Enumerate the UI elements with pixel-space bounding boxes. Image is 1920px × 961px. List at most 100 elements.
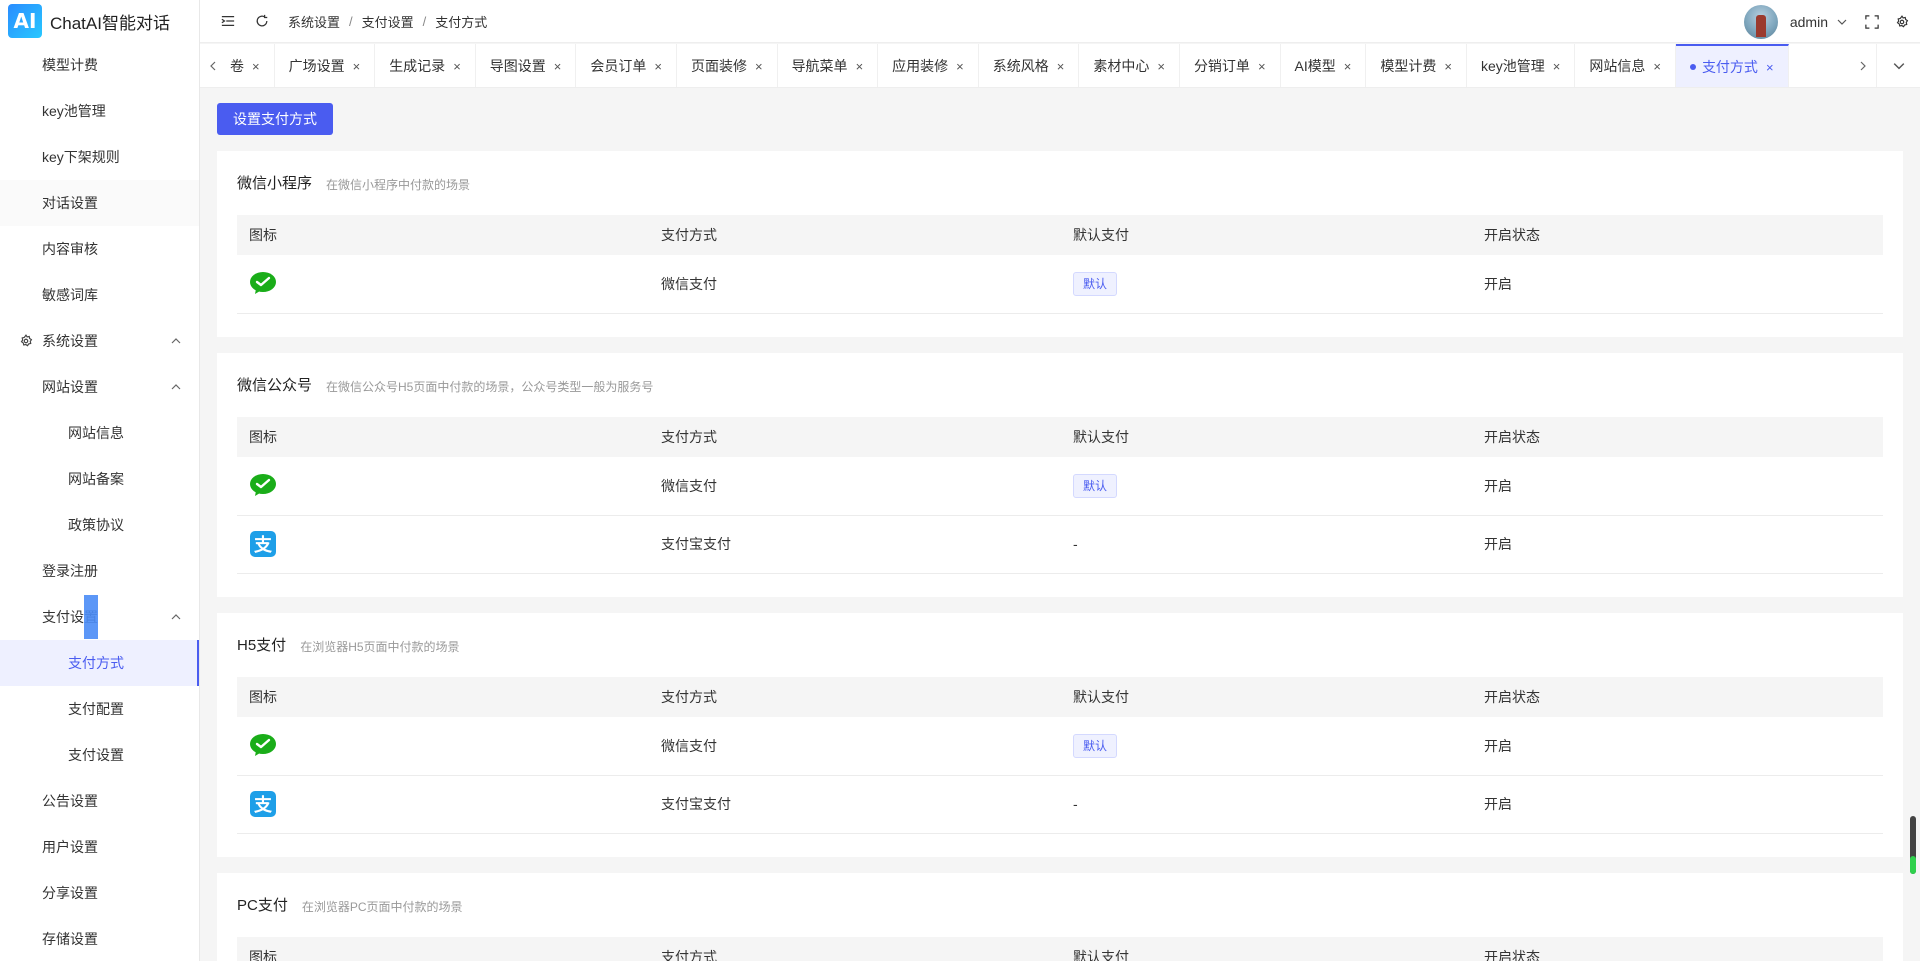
sidebar-item-chat-settings[interactable]: 对话设置 [0,180,199,226]
table-row[interactable]: 支付宝支付 - 开启 [237,515,1883,574]
sidebar-item-payment-setup[interactable]: 支付设置 [0,732,199,778]
tab-item[interactable]: 模型计费 × [1366,44,1467,87]
tab-item[interactable]: 导航菜单 × [778,44,879,87]
tab-item[interactable]: 广场设置 × [275,44,376,87]
payment-table: 图标 支付方式 默认支付 开启状态 微信支付 默认 开启 支付宝支付 - 开启 [237,677,1883,834]
close-icon[interactable]: × [755,59,763,74]
section-title: 微信公众号 [237,377,313,394]
user-name[interactable]: admin [1790,14,1828,30]
sidebar-item-website-info[interactable]: 网站信息 [0,410,199,456]
breadcrumb-item[interactable]: 系统设置 [288,12,340,31]
sidebar-item-website-settings[interactable]: 网站设置 [0,364,199,410]
default-tag: 默认 [1073,733,1118,758]
sidebar-item-payment-methods[interactable]: 支付方式 [0,640,199,686]
sidebar-item-payment-settings[interactable]: 支付设置 [0,594,199,640]
sidebar-item-label: 模型计费 [42,57,98,73]
column-header-default: 默认支付 [1061,215,1472,255]
refresh-icon[interactable] [254,13,270,29]
close-icon[interactable]: × [956,59,964,74]
close-icon[interactable]: × [252,59,260,74]
sidebar-item-key-rules[interactable]: key下架规则 [0,134,199,180]
column-header-icon: 图标 [237,417,649,457]
app-logo[interactable]: AI ChatAI智能对话 [0,0,199,42]
sidebar-item-login-register[interactable]: 登录注册 [0,548,199,594]
payment-section-h5: H5支付 在浏览器H5页面中付款的场景 图标 支付方式 默认支付 开启状态 微信… [217,613,1903,857]
column-header-method: 支付方式 [649,937,1061,961]
default-tag: 默认 [1073,271,1118,296]
sidebar-item-label: 政策协议 [68,517,124,533]
table-row[interactable]: 微信支付 默认 开启 [237,457,1883,516]
sidebar-item-notice-settings[interactable]: 公告设置 [0,778,199,824]
scrollbar-thumb[interactable] [1910,816,1916,874]
sidebar-item-key-pool[interactable]: key池管理 [0,88,199,134]
close-icon[interactable]: × [1258,59,1266,74]
menu-fold-icon[interactable] [220,13,236,29]
alipay-icon [249,790,277,818]
sidebar-item-system-settings[interactable]: 系统设置 [0,318,199,364]
chevron-down-icon[interactable] [1834,14,1850,30]
close-icon[interactable]: × [453,59,461,74]
tab-item[interactable]: 网站信息 × [1575,44,1676,87]
tab-scroll-right[interactable] [1850,44,1876,87]
fullscreen-icon[interactable] [1864,14,1880,30]
close-icon[interactable]: × [856,59,864,74]
sidebar-item-policy[interactable]: 政策协议 [0,502,199,548]
sidebar-item-share-settings[interactable]: 分享设置 [0,870,199,916]
set-payment-method-button[interactable]: 设置支付方式 [217,103,333,135]
tab-item[interactable]: 系统风格 × [979,44,1080,87]
section-title: PC支付 [237,897,288,914]
tab-more-dropdown[interactable] [1876,44,1920,87]
column-header-method: 支付方式 [649,417,1061,457]
sidebar-item-user-settings[interactable]: 用户设置 [0,824,199,870]
column-header-default: 默认支付 [1061,937,1472,961]
sidebar-item-content-review[interactable]: 内容审核 [0,226,199,272]
settings-icon[interactable] [1894,14,1910,30]
sidebar-item-payment-config[interactable]: 支付配置 [0,686,199,732]
close-icon[interactable]: × [1344,59,1352,74]
main-content: 设置支付方式 微信小程序 在微信小程序中付款的场景 图标 支付方式 默认支付 开… [217,103,1903,961]
close-icon[interactable]: × [554,59,562,74]
default-cell: - [1061,515,1472,574]
close-icon[interactable]: × [1553,59,1561,74]
sidebar-item-sensitive-words[interactable]: 敏感词库 [0,272,199,318]
breadcrumb-item[interactable]: 支付设置 [362,12,414,31]
close-icon[interactable]: × [654,59,662,74]
close-icon[interactable]: × [1157,59,1165,74]
sidebar-item-label: 网站设置 [42,379,98,395]
section-header: 微信公众号 在微信公众号H5页面中付款的场景，公众号类型一般为服务号 [217,353,1903,417]
table-row[interactable]: 支付宝支付 - 开启 [237,775,1883,834]
table-row[interactable]: 微信支付 默认 开启 [237,255,1883,314]
section-desc: 在微信小程序中付款的场景 [326,178,471,192]
tab-item[interactable]: 页面装修 × [677,44,778,87]
column-header-status: 开启状态 [1472,417,1883,457]
sidebar-item-model-billing[interactable]: 模型计费 [0,42,199,88]
avatar[interactable] [1743,4,1778,39]
tab-item[interactable]: 应用装修 × [878,44,979,87]
chevron-up-icon [171,384,181,390]
close-icon[interactable]: × [353,59,361,74]
table-row[interactable]: 微信支付 默认 开启 [237,717,1883,776]
tab-item[interactable]: AI模型 × [1281,44,1367,87]
wechat-pay-icon [249,472,277,500]
close-icon[interactable]: × [1057,59,1065,74]
status-cell: 开启 [1472,457,1883,516]
tab-item[interactable]: 会员订单 × [576,44,677,87]
tab-item[interactable]: 生成记录 × [375,44,476,87]
close-icon[interactable]: × [1653,59,1661,74]
sidebar-item-website-filing[interactable]: 网站备案 [0,456,199,502]
sidebar-item-storage-settings[interactable]: 存储设置 [0,916,199,961]
close-icon[interactable]: × [1444,59,1452,74]
tab-item[interactable]: key池管理 × [1467,44,1576,87]
tab-item[interactable]: 导图设置 × [476,44,577,87]
vertical-scrollbar[interactable] [1906,88,1920,961]
tab-label: 应用装修 [892,58,949,74]
tab-item[interactable]: 分销订单 × [1180,44,1281,87]
method-cell: 微信支付 [649,717,1061,776]
tab-item-active[interactable]: 支付方式 × [1675,44,1789,87]
tab-scroll-left[interactable] [200,44,226,87]
tab-item[interactable]: 卷 × [226,44,275,87]
column-header-icon: 图标 [237,215,649,255]
close-icon[interactable]: × [1766,60,1774,75]
tab-item[interactable]: 素材中心 × [1079,44,1180,87]
method-cell: 微信支付 [649,457,1061,516]
